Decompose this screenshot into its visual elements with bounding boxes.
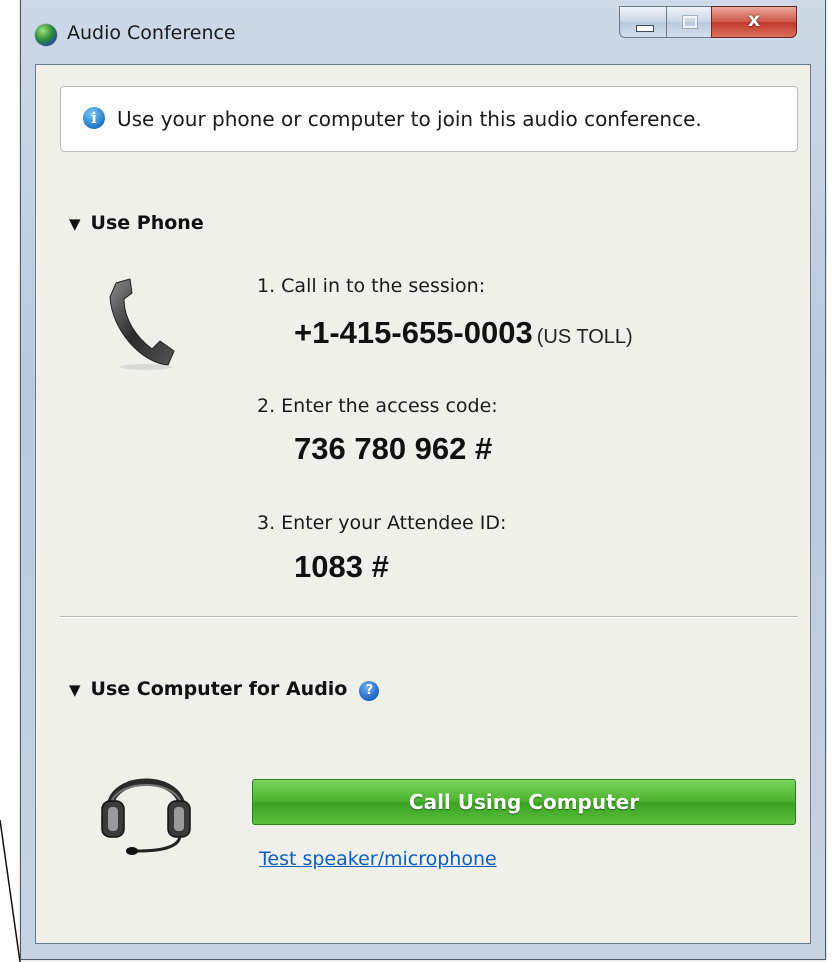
help-icon[interactable]: ? xyxy=(359,681,380,701)
close-icon: x xyxy=(747,9,761,31)
close-button[interactable]: x xyxy=(711,6,797,38)
use-phone-heading: Use Phone xyxy=(90,212,204,234)
collapse-triangle-icon: ▼ xyxy=(69,681,81,699)
info-icon: i xyxy=(83,107,105,129)
call-using-computer-button[interactable]: Call Using Computer xyxy=(252,779,796,825)
test-speaker-microphone-link[interactable]: Test speaker/microphone xyxy=(259,848,497,870)
use-computer-heading: Use Computer for Audio xyxy=(90,678,348,700)
maximize-button[interactable] xyxy=(666,6,712,38)
minimize-icon xyxy=(636,25,654,32)
headset-icon xyxy=(101,778,191,855)
collapse-triangle-icon: ▼ xyxy=(69,215,81,233)
step-3-label: 3. Enter your Attendee ID: xyxy=(257,512,507,534)
section-divider xyxy=(60,616,798,618)
app-globe-icon xyxy=(35,24,57,46)
use-computer-header[interactable]: ▼ Use Computer for Audio? xyxy=(69,678,380,701)
use-phone-header[interactable]: ▼ Use Phone xyxy=(69,212,204,234)
phone-number: +1-415-655-0003 (US TOLL) xyxy=(294,315,633,351)
step-2-label: 2. Enter the access code: xyxy=(257,395,498,417)
attendee-id: 1083 # xyxy=(294,549,389,584)
window-title: Audio Conference xyxy=(67,22,236,44)
phone-number-note: (US TOLL) xyxy=(536,326,633,348)
info-text: Use your phone or computer to join this … xyxy=(117,107,702,131)
window-content: i Use your phone or computer to join thi… xyxy=(35,64,811,944)
phone-handset-icon xyxy=(109,278,175,370)
maximize-icon xyxy=(682,15,698,29)
access-code: 736 780 962 # xyxy=(294,431,493,466)
step-1-label: 1. Call in to the session: xyxy=(257,275,486,297)
title-bar[interactable]: Audio Conference x xyxy=(21,0,825,64)
minimize-button[interactable] xyxy=(619,6,667,38)
audio-conference-window: Audio Conference x i Use your phone or c… xyxy=(20,0,826,960)
info-banner: i Use your phone or computer to join thi… xyxy=(60,86,798,152)
phone-number-value: +1-415-655-0003 xyxy=(294,315,533,350)
